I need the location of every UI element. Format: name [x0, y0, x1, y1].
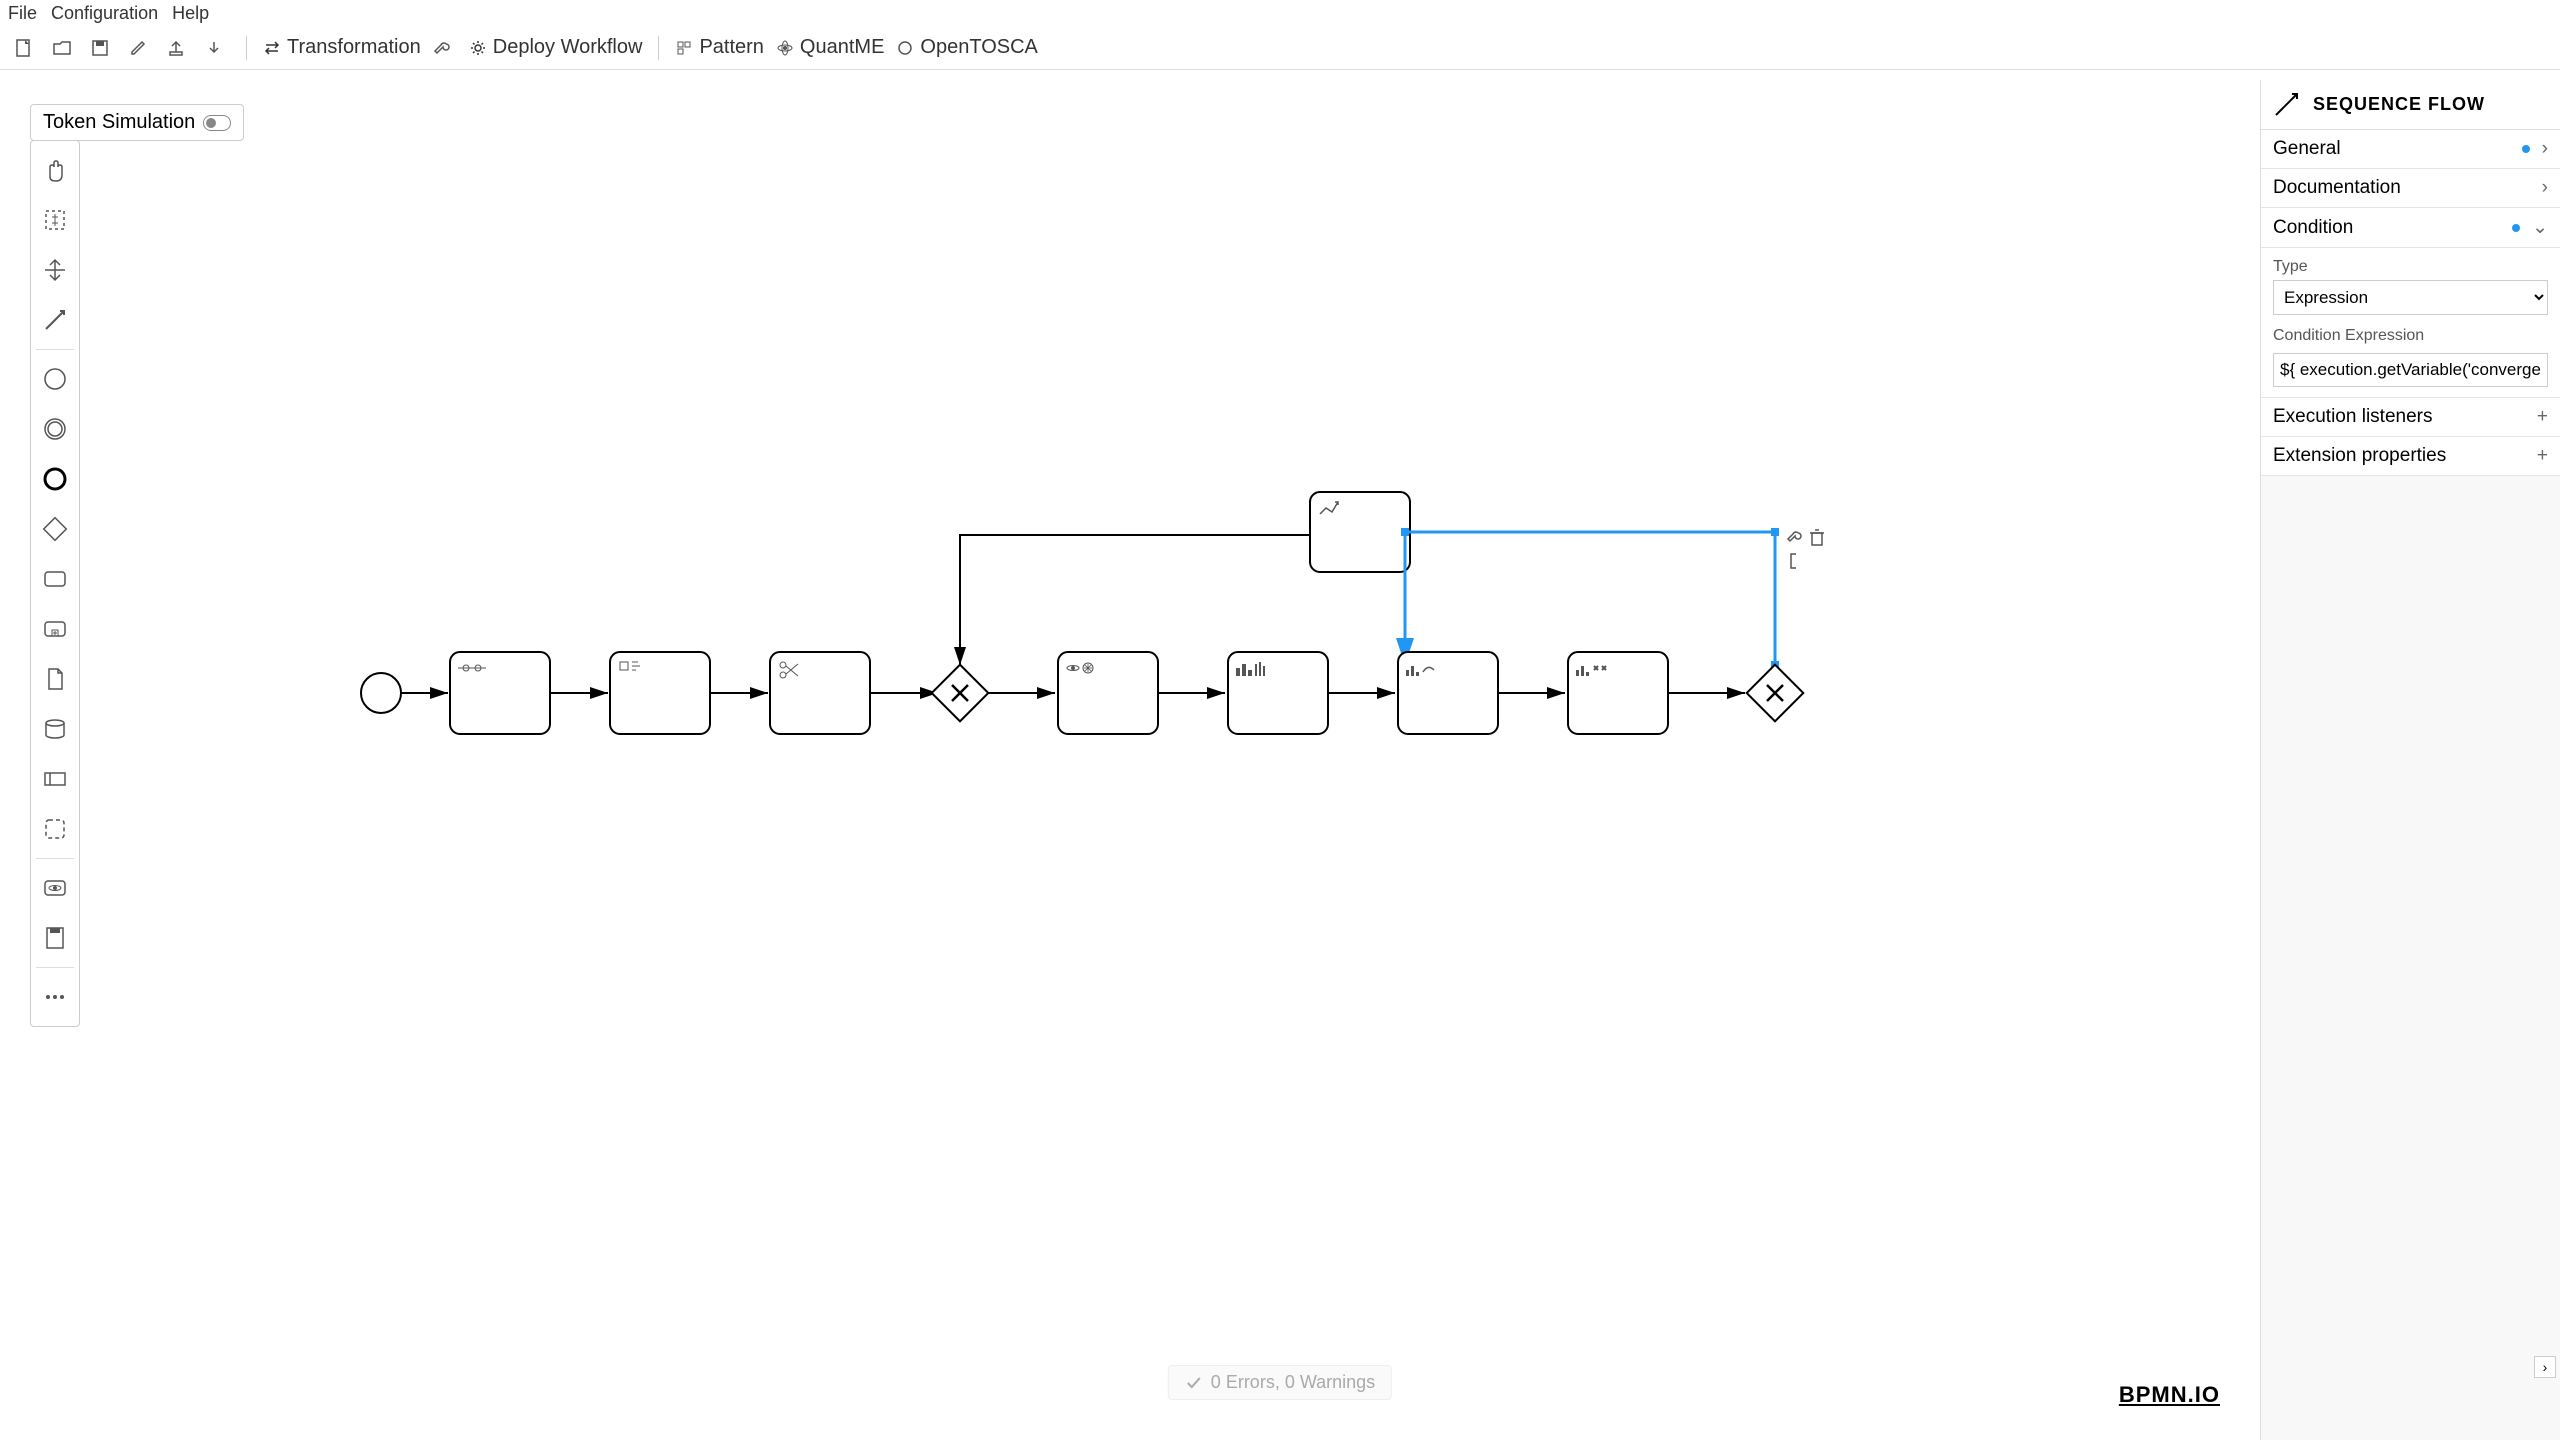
- task-4[interactable]: [1058, 652, 1158, 734]
- quantme-icon: [776, 39, 794, 57]
- condition-label: Condition: [2273, 217, 2353, 239]
- section-documentation[interactable]: Documentation ›: [2261, 169, 2560, 208]
- quantme-button[interactable]: QuantME: [776, 36, 884, 59]
- condition-body: Type Expression Condition Expression: [2261, 248, 2560, 398]
- properties-title: SEQUENCE FLOW: [2313, 94, 2485, 115]
- quantme-label: QuantME: [800, 36, 884, 59]
- section-condition[interactable]: Condition ⌄: [2261, 208, 2560, 248]
- menu-configuration[interactable]: Configuration: [51, 3, 158, 24]
- edit-icon: [128, 38, 148, 58]
- general-label: General: [2273, 138, 2341, 160]
- gear-icon: [469, 39, 487, 57]
- type-select[interactable]: Expression: [2273, 280, 2548, 315]
- properties-header: SEQUENCE FLOW: [2261, 80, 2560, 130]
- task-optimizer[interactable]: [1310, 492, 1410, 572]
- selected-sequence-flow[interactable]: [1405, 532, 1775, 665]
- selection-handle[interactable]: [1771, 528, 1779, 536]
- chevron-right-icon: ›: [2542, 177, 2548, 199]
- chevron-right-icon: ›: [2543, 1359, 2548, 1375]
- new-file-button[interactable]: [14, 38, 40, 58]
- status-bar[interactable]: 0 Errors, 0 Warnings: [1168, 1365, 1392, 1400]
- download-button[interactable]: [204, 38, 230, 58]
- plus-icon[interactable]: +: [2537, 445, 2548, 467]
- save-icon: [90, 38, 110, 58]
- opentosca-icon: [896, 39, 914, 57]
- opentosca-button[interactable]: OpenTOSCA: [896, 36, 1037, 59]
- sequence-flow-icon: [2273, 91, 2301, 119]
- pattern-icon: [675, 39, 693, 57]
- selection-handle[interactable]: [1401, 528, 1409, 536]
- config-tool-button[interactable]: [433, 39, 457, 57]
- upload-button[interactable]: [166, 38, 192, 58]
- open-file-button[interactable]: [52, 38, 78, 58]
- pattern-button[interactable]: Pattern: [675, 36, 763, 59]
- download-icon: [204, 38, 224, 58]
- type-label: Type: [2273, 258, 2548, 276]
- plus-icon[interactable]: +: [2537, 406, 2548, 428]
- task-7[interactable]: [1568, 652, 1668, 734]
- menubar: File Configuration Help: [0, 0, 2560, 26]
- annotation-context-icon[interactable]: [1791, 554, 1796, 568]
- wrench-icon: [433, 39, 451, 57]
- properties-panel: SEQUENCE FLOW General › Documentation › …: [2260, 80, 2560, 1440]
- folder-open-icon: [52, 38, 72, 58]
- toolbar: Transformation Deploy Workflow Pattern Q…: [0, 26, 2560, 70]
- transformation-icon: [263, 39, 281, 57]
- menu-help[interactable]: Help: [172, 3, 209, 24]
- section-general[interactable]: General ›: [2261, 130, 2560, 169]
- wrench-context-icon[interactable]: [1788, 532, 1801, 541]
- section-extension-properties[interactable]: Extension properties +: [2261, 437, 2560, 476]
- trash-context-icon[interactable]: [1810, 530, 1824, 545]
- start-event[interactable]: [361, 673, 401, 713]
- upload-icon: [166, 38, 186, 58]
- chevron-down-icon: ⌄: [2532, 216, 2548, 239]
- transformation-label: Transformation: [287, 36, 421, 59]
- task-3[interactable]: [770, 652, 870, 734]
- context-pad: [1788, 530, 1824, 568]
- status-text: 0 Errors, 0 Warnings: [1211, 1372, 1375, 1393]
- bpmn-diagram: [0, 70, 2260, 1440]
- condition-expression-input[interactable]: [2273, 353, 2548, 387]
- chevron-right-icon: ›: [2542, 138, 2548, 160]
- file-icon: [14, 38, 34, 58]
- condition-expression-label: Condition Expression: [2273, 327, 2548, 345]
- transformation-button[interactable]: Transformation: [263, 36, 421, 59]
- save-button[interactable]: [90, 38, 116, 58]
- pattern-label: Pattern: [699, 36, 763, 59]
- execution-listeners-label: Execution listeners: [2273, 406, 2432, 428]
- deploy-label: Deploy Workflow: [493, 36, 643, 59]
- extension-properties-label: Extension properties: [2273, 445, 2446, 467]
- modified-dot-icon: [2522, 145, 2530, 153]
- canvas[interactable]: [0, 70, 2260, 1440]
- collapse-panel-button[interactable]: ›: [2534, 1356, 2556, 1378]
- menu-file[interactable]: File: [8, 3, 37, 24]
- modified-dot-icon: [2512, 224, 2520, 232]
- bpmn-io-logo[interactable]: BPMN.IO: [2119, 1382, 2220, 1408]
- opentosca-label: OpenTOSCA: [920, 36, 1037, 59]
- deploy-workflow-button[interactable]: Deploy Workflow: [469, 36, 643, 59]
- sequence-flow-loop[interactable]: [960, 535, 1360, 665]
- edit-button[interactable]: [128, 38, 154, 58]
- section-execution-listeners[interactable]: Execution listeners +: [2261, 398, 2560, 437]
- task-2[interactable]: [610, 652, 710, 734]
- separator: [246, 36, 247, 60]
- documentation-label: Documentation: [2273, 177, 2401, 199]
- separator: [658, 36, 659, 60]
- task-1[interactable]: [450, 652, 550, 734]
- task-6[interactable]: [1398, 652, 1498, 734]
- check-icon: [1185, 1374, 1203, 1392]
